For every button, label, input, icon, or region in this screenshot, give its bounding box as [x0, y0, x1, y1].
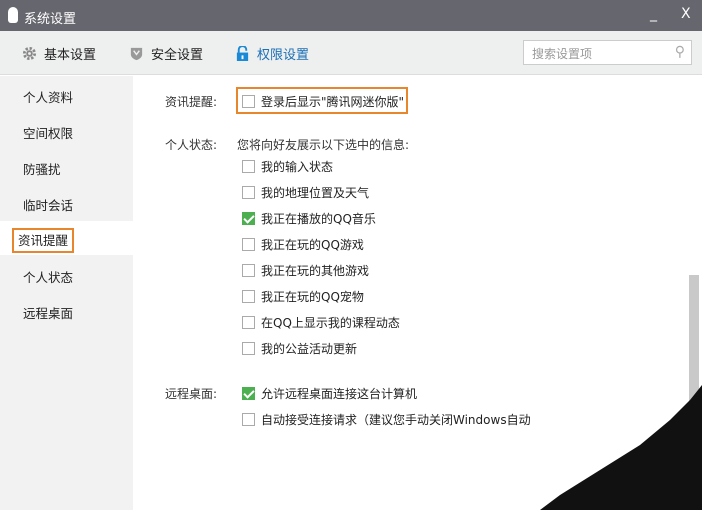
checkbox-box[interactable]: [242, 342, 255, 355]
remote-allow-checkbox[interactable]: 允许远程桌面连接这台计算机: [242, 385, 417, 402]
checkbox-label: 我的输入状态: [261, 160, 334, 174]
checkbox-label: 自动接受连接请求（建议您手动关闭Windows自动: [261, 413, 531, 427]
checkbox-box[interactable]: [242, 160, 255, 173]
checkbox-label: 我的公益活动更新: [261, 342, 358, 356]
sidebar-item-label: 防骚扰: [23, 162, 61, 177]
tab-basic-settings[interactable]: 基本设置: [22, 44, 96, 63]
lock-icon: [236, 46, 249, 61]
sidebar-item-profile[interactable]: 个人资料: [0, 78, 133, 112]
checkbox-box[interactable]: [242, 290, 255, 303]
status-option-checkbox[interactable]: 我的地理位置及天气: [242, 184, 369, 201]
checkbox-box[interactable]: [242, 413, 255, 426]
status-option-checkbox[interactable]: 我正在玩的QQ游戏: [242, 236, 364, 253]
sidebar-item-remote-desktop[interactable]: 远程桌面: [0, 294, 133, 328]
sidebar-item-personal-status[interactable]: 个人状态: [0, 258, 133, 292]
sidebar-item-temp-session[interactable]: 临时会话: [0, 186, 133, 220]
tab-label: 基本设置: [44, 48, 97, 63]
sidebar-item-label: 个人状态: [23, 270, 74, 285]
tab-label: 权限设置: [257, 48, 310, 63]
sidebar-item-label: 空间权限: [23, 126, 74, 141]
search-input[interactable]: 搜索设置项 ⚲: [523, 40, 692, 65]
checkbox-label: 我正在玩的QQ宠物: [261, 290, 364, 304]
status-description: 您将向好友展示以下选中的信息:: [237, 138, 410, 152]
sidebar-item-space-permission[interactable]: 空间权限: [0, 114, 133, 148]
checkbox-label: 我正在玩的其他游戏: [261, 264, 370, 278]
title-bar: 系统设置 _ X: [0, 0, 702, 31]
checkbox-box[interactable]: [242, 316, 255, 329]
image-artifact: [540, 385, 702, 510]
checkbox-label: 登录后显示"腾讯网迷你版": [261, 95, 405, 109]
checkbox-box[interactable]: [242, 264, 255, 277]
tab-security-settings[interactable]: 安全设置: [129, 44, 203, 63]
minimize-button[interactable]: _: [650, 6, 657, 22]
sidebar-item-label: 个人资料: [23, 90, 74, 105]
window-title: 系统设置: [24, 12, 77, 27]
checkbox-label: 我正在玩的QQ游戏: [261, 238, 364, 252]
toolbar: 基本设置 安全设置 权限设置 搜索设置项 ⚲: [0, 31, 702, 75]
sidebar-item-label: 远程桌面: [23, 306, 74, 321]
search-icon[interactable]: ⚲: [675, 44, 685, 60]
news-label: 资讯提醒:: [165, 95, 218, 109]
status-option-checkbox[interactable]: 在QQ上显示我的课程动态: [242, 314, 400, 331]
status-option-checkbox[interactable]: 我正在玩的QQ宠物: [242, 288, 364, 305]
gear-icon: [22, 46, 37, 61]
status-option-checkbox[interactable]: 我的公益活动更新: [242, 340, 357, 357]
checkbox-label: 我正在播放的QQ音乐: [261, 212, 376, 226]
checkbox-box[interactable]: [242, 212, 255, 225]
status-label: 个人状态:: [165, 138, 218, 152]
tab-label: 安全设置: [151, 48, 204, 63]
checkbox-label: 我的地理位置及天气: [261, 186, 370, 200]
close-button[interactable]: X: [681, 6, 691, 22]
qq-penguin-icon: [8, 7, 18, 23]
sidebar-item-anti-harassment[interactable]: 防骚扰: [0, 150, 133, 184]
search-placeholder: 搜索设置项: [532, 47, 593, 61]
remote-auto-accept-checkbox[interactable]: 自动接受连接请求（建议您手动关闭Windows自动: [242, 411, 531, 428]
sidebar: 个人资料 空间权限 防骚扰 临时会话 资讯提醒 个人状态 远程桌面: [0, 76, 133, 510]
checkbox-label: 在QQ上显示我的课程动态: [261, 316, 400, 330]
status-option-checkbox[interactable]: 我正在玩的其他游戏: [242, 262, 369, 279]
status-option-checkbox[interactable]: 我正在播放的QQ音乐: [242, 210, 376, 227]
checkbox-box[interactable]: [242, 186, 255, 199]
remote-label: 远程桌面:: [165, 387, 218, 401]
checkbox-label: 允许远程桌面连接这台计算机: [261, 387, 418, 401]
status-option-checkbox[interactable]: 我的输入状态: [242, 158, 333, 175]
checkbox-box[interactable]: [242, 387, 255, 400]
tab-permission-settings[interactable]: 权限设置: [235, 44, 309, 63]
sidebar-item-label: 资讯提醒: [12, 228, 75, 253]
sidebar-item-label: 临时会话: [23, 198, 74, 213]
checkbox-box[interactable]: [242, 95, 255, 108]
sidebar-item-news-reminder[interactable]: 资讯提醒: [0, 221, 133, 255]
checkbox-box[interactable]: [242, 238, 255, 251]
shield-icon: [130, 47, 143, 61]
news-checkbox[interactable]: 登录后显示"腾讯网迷你版": [242, 93, 404, 110]
